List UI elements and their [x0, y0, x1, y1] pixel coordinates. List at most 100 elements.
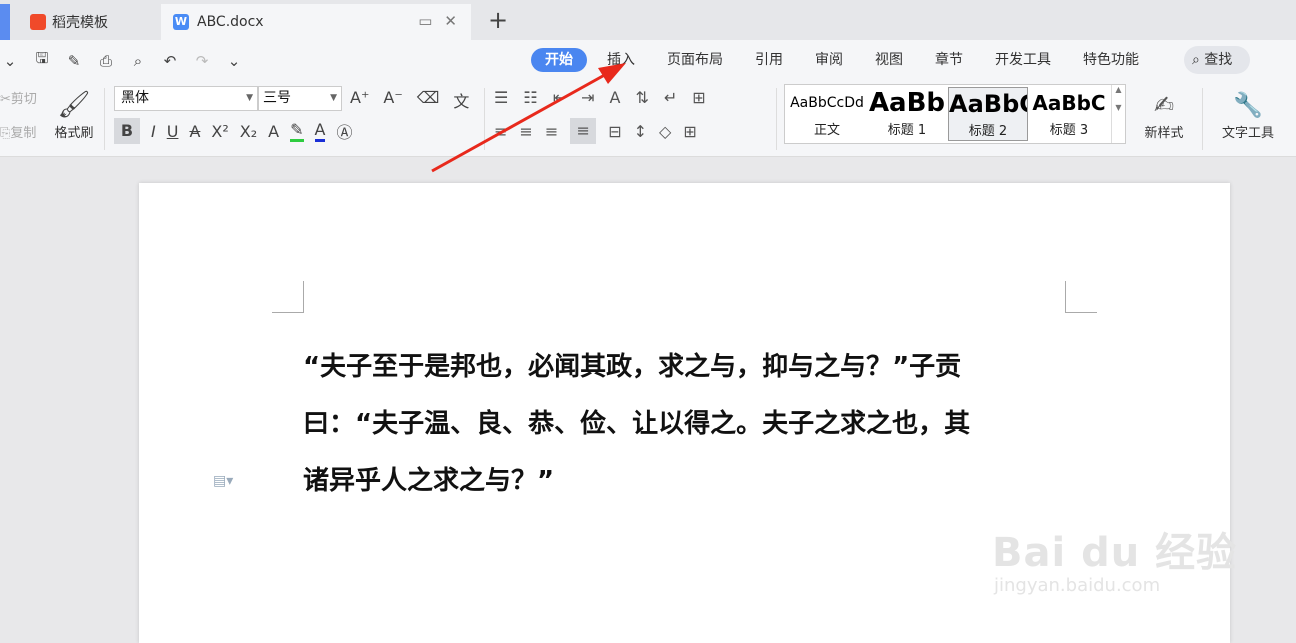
font-size-select[interactable]: 三号 ▼: [258, 86, 342, 111]
watermark-url: jingyan.baidu.com: [994, 575, 1161, 596]
italic-icon[interactable]: I: [151, 122, 156, 141]
numbered-list-icon[interactable]: ☷: [523, 88, 537, 107]
style-name: 正文: [813, 123, 840, 138]
new-style-icon: ✍: [1153, 91, 1175, 119]
font-name-select[interactable]: 黑体 ▼: [114, 86, 258, 111]
tab-label: 稻壳模板: [52, 15, 108, 31]
chevron-down-icon: ▼: [330, 93, 337, 103]
align-right-icon[interactable]: ≡: [545, 122, 558, 141]
watermark-logo: Bai du 经验: [992, 530, 1238, 576]
save-icon[interactable]: 🖫: [32, 48, 52, 73]
borders-icon[interactable]: ⊞: [683, 122, 696, 141]
print-icon[interactable]: ⎙: [96, 52, 116, 70]
screen-icon[interactable]: ▭: [418, 12, 432, 30]
tab-daoke[interactable]: 稻壳模板: [0, 4, 158, 40]
divider: [104, 88, 105, 150]
paragraph-tools-row2: ≡ ≡ ≡ ≡ ⊟ ↕ ◇ ⊞: [494, 118, 697, 144]
tab-label: ABC.docx: [197, 14, 264, 30]
paragraph-tools-row1: ☰ ☷ ⇤ ⇥ A ⇅ ↵ ⊞: [494, 88, 706, 107]
subscript-icon[interactable]: X₂: [240, 122, 257, 141]
document-line: “夫子至于是邦也，必闻其政，求之与，抑与之与？”子贡: [303, 352, 962, 382]
grow-font-icon[interactable]: A⁺: [350, 88, 369, 112]
superscript-icon[interactable]: X²: [211, 122, 228, 141]
show-marks-icon[interactable]: ↵: [664, 88, 677, 107]
paragraph-options-icon[interactable]: ▤▾: [213, 473, 233, 489]
ribbon: ⌄ 🖫 ✎ ⎙ ⌕ ↶ ↷ ⌄ 开始 插入 页面布局 引用 审阅 视图 章节 开…: [0, 40, 1296, 157]
tab-home[interactable]: 开始: [531, 48, 587, 72]
wrench-icon: 🔧: [1233, 91, 1263, 119]
phonetic-guide-icon[interactable]: 文: [453, 88, 469, 112]
shading-icon[interactable]: ◇: [659, 122, 671, 141]
tab-developer[interactable]: 开发工具: [979, 48, 1067, 72]
decrease-indent-icon[interactable]: ⇤: [553, 88, 566, 107]
sort-icon[interactable]: ⇅: [635, 88, 648, 107]
format-painter-button[interactable]: 🖌 格式刷: [50, 88, 98, 141]
search-label: 查找: [1204, 52, 1233, 68]
search-button[interactable]: ⌕ 查找: [1184, 46, 1250, 74]
search-icon: ⌕: [1192, 52, 1200, 68]
close-icon[interactable]: ✕: [444, 12, 457, 30]
align-left-icon[interactable]: ≡: [494, 122, 507, 141]
font-color-icon[interactable]: A: [314, 120, 326, 142]
increase-indent-icon[interactable]: ⇥: [581, 88, 594, 107]
style-heading-2[interactable]: AaBbC 标题 2: [948, 87, 1028, 141]
chevron-down-icon: ▼: [246, 93, 253, 103]
tab-insert[interactable]: 插入: [591, 48, 651, 72]
quick-access-toolbar: ⌄ 🖫 ✎ ⎙ ⌕ ↶ ↷ ⌄: [0, 48, 244, 73]
tab-chapter[interactable]: 章节: [919, 48, 979, 72]
tab-bar: 稻壳模板 W ABC.docx ▭ ✕ +: [0, 0, 1296, 40]
style-normal[interactable]: AaBbCcDd 正文: [787, 87, 867, 141]
tab-view[interactable]: 视图: [859, 48, 919, 72]
tab-abc-docx[interactable]: W ABC.docx ▭ ✕: [161, 4, 471, 40]
style-heading-1[interactable]: AaBb 标题 1: [867, 87, 947, 141]
strikethrough-icon[interactable]: A: [189, 122, 200, 141]
style-preview: AaBbC: [1032, 91, 1106, 115]
print-preview-icon[interactable]: ⌕: [128, 52, 148, 70]
divider: [776, 88, 777, 150]
margin-corner-left: [272, 281, 304, 313]
redo-icon[interactable]: ↷: [192, 52, 212, 70]
chevron-down-icon[interactable]: ⌄: [0, 52, 20, 70]
copy-button[interactable]: ⎘复制: [0, 122, 36, 141]
new-tab-button[interactable]: +: [488, 6, 508, 34]
tab-references[interactable]: 引用: [739, 48, 799, 72]
distributed-icon[interactable]: ⊟: [608, 122, 621, 141]
bullet-list-icon[interactable]: ☰: [494, 88, 508, 107]
clear-format-icon[interactable]: ⌫: [417, 88, 440, 112]
text-tools-button[interactable]: 🔧 文字工具: [1210, 88, 1286, 141]
brush-icon: 🖌: [57, 90, 91, 120]
tab-page-layout[interactable]: 页面布局: [651, 48, 739, 72]
style-preview: AaBb: [868, 88, 946, 118]
new-style-button[interactable]: ✍ 新样式: [1134, 88, 1194, 141]
line-spacing-icon[interactable]: ↕: [634, 122, 647, 141]
customize-icon[interactable]: ⌄: [224, 52, 244, 70]
style-name: 标题 1: [887, 123, 927, 138]
shrink-font-icon[interactable]: A⁻: [383, 88, 402, 112]
tab-special-features[interactable]: 特色功能: [1067, 48, 1155, 72]
cut-button[interactable]: ✂剪切: [0, 88, 37, 107]
chinese-layout-icon[interactable]: A: [610, 88, 621, 107]
document-line: 诸异乎人之求之与？”: [303, 466, 555, 496]
bold-icon[interactable]: B: [114, 118, 140, 144]
tab-accent: [0, 4, 10, 40]
copy-label: 复制: [10, 126, 37, 141]
document-paragraph[interactable]: “夫子至于是邦也，必闻其政，求之与，抑与之与？”子贡 曰：“夫子温、良、恭、俭、…: [303, 339, 1083, 510]
align-center-icon[interactable]: ≡: [519, 122, 532, 141]
font-tools-row2: B I U A X² X₂ A ✎ A Ⓐ: [114, 118, 352, 144]
tab-review[interactable]: 审阅: [799, 48, 859, 72]
format-painter-small-icon[interactable]: ✎: [64, 52, 84, 70]
styles-scrollbar[interactable]: ▲ ▼: [1111, 85, 1125, 143]
styles-gallery: AaBbCcDd 正文 AaBb 标题 1 AaBbC 标题 2 AaBbC 标…: [784, 84, 1126, 144]
menu-bar: 开始 插入 页面布局 引用 审阅 视图 章节 开发工具 特色功能: [531, 48, 1155, 72]
char-border-icon[interactable]: Ⓐ: [336, 119, 352, 143]
highlight-icon[interactable]: ✎: [290, 120, 304, 142]
text-effect-icon[interactable]: A: [268, 122, 279, 141]
undo-icon[interactable]: ↶: [160, 52, 180, 70]
daoke-logo-icon: [30, 14, 46, 30]
divider: [1202, 88, 1203, 150]
style-heading-3[interactable]: AaBbC 标题 3: [1029, 87, 1109, 141]
tab-ruler-icon[interactable]: ⊞: [692, 88, 705, 107]
underline-icon[interactable]: U: [167, 122, 179, 141]
new-style-label: 新样式: [1144, 126, 1184, 141]
justify-icon[interactable]: ≡: [570, 118, 597, 144]
